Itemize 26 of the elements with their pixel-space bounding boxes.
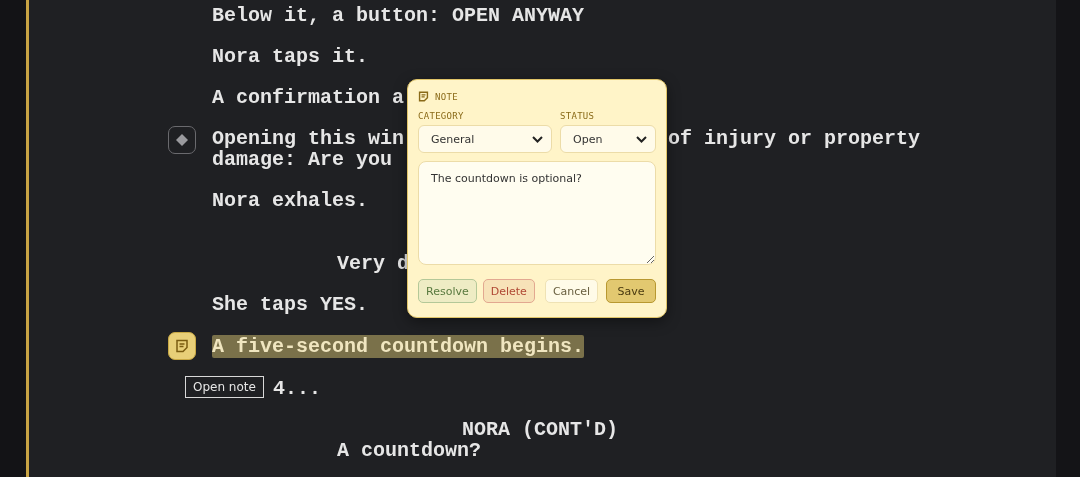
note-text-field[interactable]: The countdown is optional? bbox=[418, 161, 656, 265]
field-label: STATUS bbox=[560, 111, 596, 121]
script-line: 4... bbox=[273, 378, 321, 399]
status-select[interactable]: Open bbox=[560, 125, 656, 153]
chevron-icon bbox=[532, 135, 543, 143]
script-line: A confirmation a bbox=[212, 87, 405, 108]
field-label: CATEGORY bbox=[418, 111, 465, 121]
script-line: Nora taps it. bbox=[212, 46, 369, 67]
resolve-button[interactable]: Resolve bbox=[418, 279, 477, 303]
script-line: Nora exhales. bbox=[212, 190, 369, 211]
script-line: of injury or property bbox=[668, 128, 921, 149]
note-title: NOTE bbox=[435, 91, 458, 102]
category-select[interactable]: General bbox=[418, 125, 552, 153]
script-line: She taps YES. bbox=[212, 294, 369, 315]
delete-button[interactable]: Delete bbox=[482, 279, 535, 303]
script-line: Opening this win bbox=[212, 128, 405, 149]
note-icon[interactable] bbox=[168, 332, 196, 360]
script-line: A countdown? bbox=[337, 440, 482, 461]
script-line: damage: Are you bbox=[212, 149, 393, 170]
note-icon bbox=[418, 91, 429, 102]
script-line: Below it, a button: OPEN ANYWAY bbox=[212, 5, 585, 26]
tooltip: Open note bbox=[185, 376, 264, 398]
save-button[interactable]: Save bbox=[606, 279, 656, 303]
chevron-icon bbox=[636, 135, 647, 143]
script-line: NORA (CONT'D) bbox=[462, 419, 619, 440]
cancel-button[interactable]: Cancel bbox=[544, 279, 599, 303]
